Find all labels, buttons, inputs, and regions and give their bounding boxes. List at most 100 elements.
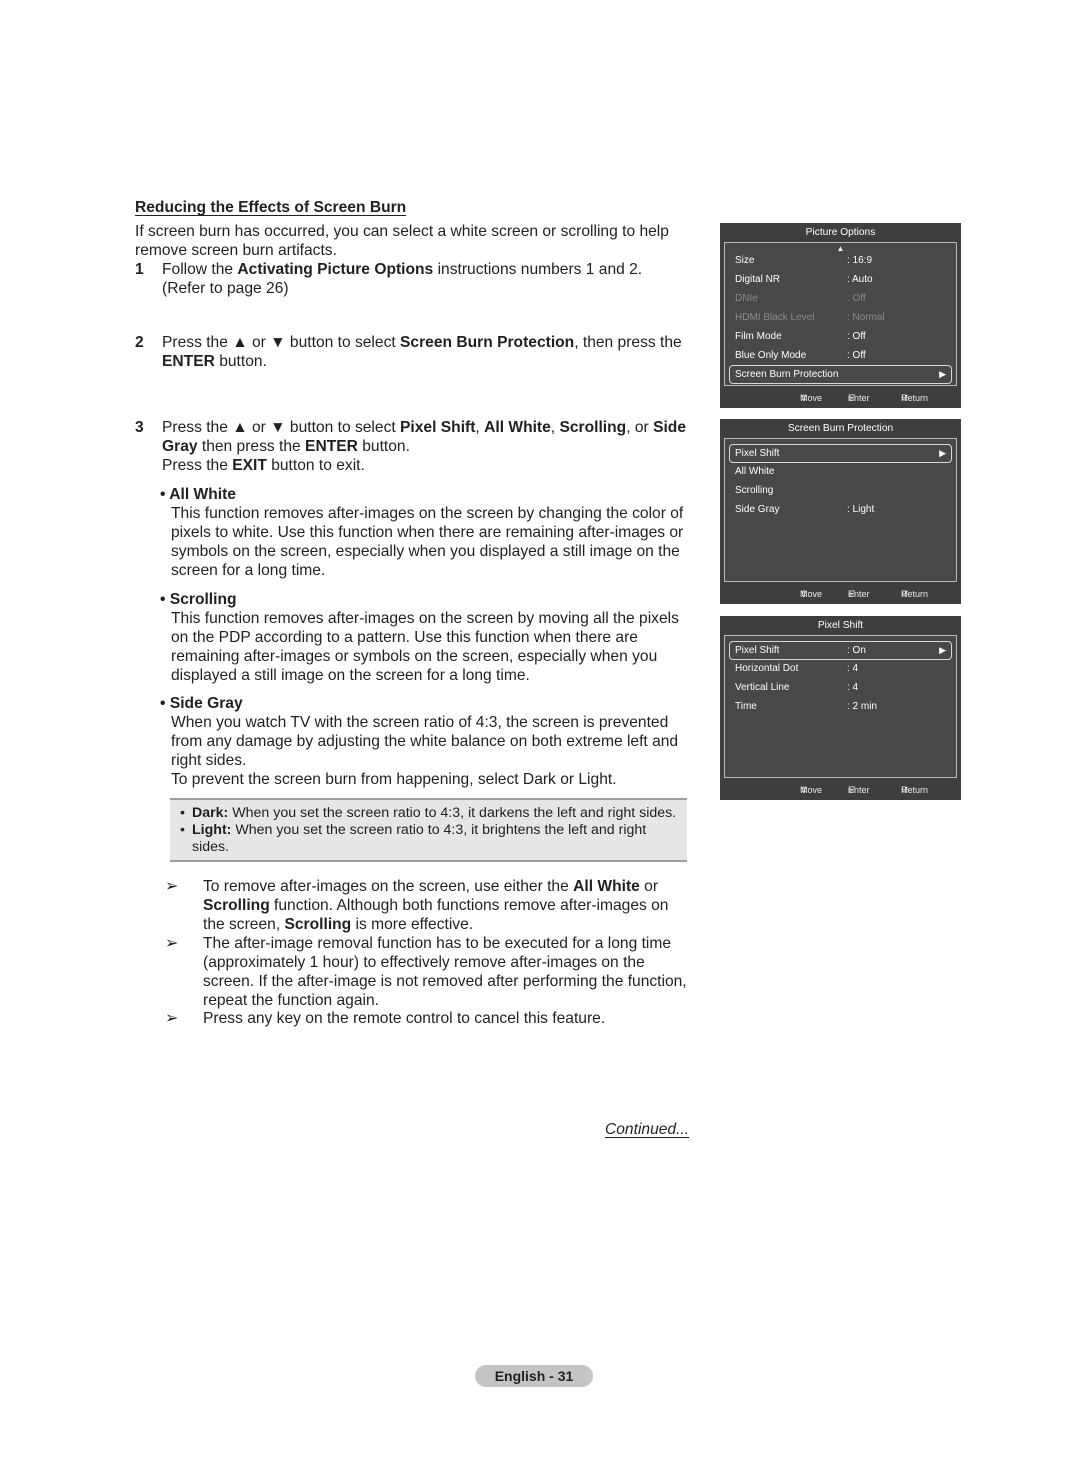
tip-3: ➢ Press any key on the remote control to… [165, 1009, 690, 1028]
osd-row-digital-nr[interactable]: Digital NR : Auto [731, 271, 950, 288]
row-label: Pixel Shift [735, 448, 780, 459]
step-text: instructions numbers 1 and 2. [433, 261, 643, 278]
row-value: : 16:9 [847, 255, 873, 266]
bullet-all-white: • All White This function removes after-… [160, 485, 690, 580]
osd-row-size[interactable]: Size : 16:9 [731, 252, 950, 269]
continued-link: Continued... [605, 1121, 690, 1138]
return-label: Return [901, 785, 929, 795]
row-label: Size [735, 255, 755, 266]
row-label: Horizontal Dot [735, 663, 799, 674]
enter-label: Enter [848, 785, 870, 795]
step-text: , [475, 419, 485, 436]
tip-1: ➢ To remove after-images on the screen, … [165, 877, 690, 934]
bullet-icon: • [180, 805, 185, 821]
tip-bold-term: Scrolling [284, 916, 352, 933]
osd-row-film-mode[interactable]: Film Mode: Off [731, 328, 950, 345]
return-label: Return [901, 393, 929, 403]
tip-text: Press any key on the remote control to c… [203, 1010, 606, 1027]
row-value: : 2 min [847, 701, 878, 712]
osd-screen-burn-protection: Screen Burn Protection Pixel Shift ▶ All … [720, 419, 961, 604]
osd-row-blue-only-mode[interactable]: Blue Only Mode: Off [731, 347, 950, 364]
osd-row-scrolling[interactable]: Scrolling [731, 482, 950, 499]
intro-paragraph: If screen burn has occurred, you can sel… [135, 223, 669, 259]
step-text: button. [357, 438, 410, 455]
tip-bold-term: All White [573, 878, 640, 895]
step-bold-term: All White [484, 419, 551, 436]
row-value: : Light [847, 504, 875, 515]
submenu-arrow-icon: ▶ [939, 645, 946, 655]
osd-row-screen-burn-protection[interactable]: Screen Burn Protection ▶ [729, 365, 952, 384]
step-text: , or [626, 419, 654, 436]
row-label: DNIe [735, 293, 758, 304]
note-term: Dark: [192, 805, 229, 821]
osd-row-hdmi-black-level: HDMI Black Level: Normal [731, 309, 950, 326]
move-label: Move [800, 393, 823, 403]
step-number: 3 [135, 419, 144, 436]
step-text: Press the [162, 457, 233, 474]
note-light: • Light: When you set the screen ratio t… [180, 822, 685, 856]
osd-row-vertical-line[interactable]: Vertical Line: 4 [731, 679, 950, 696]
row-value: : Normal [847, 312, 885, 323]
step-text: Press the ▲ or ▼ button to select [162, 419, 401, 436]
tip-text: or [639, 878, 659, 895]
bullet-side-gray: • Side Gray When you watch TV with the s… [160, 694, 690, 789]
note-text: When you set the screen ratio to 4:3, it… [228, 805, 677, 821]
osd-title: Pixel Shift [817, 620, 864, 631]
osd-row-pixel-shift[interactable]: Pixel Shift ▶ [729, 444, 952, 463]
step-3: 3 Press the ▲ or ▼ button to select Pixe… [135, 418, 690, 475]
move-label: Move [800, 589, 823, 599]
row-value: : Off [847, 331, 866, 342]
step-1: 1 Follow the Activating Picture Options … [135, 260, 690, 298]
osd-pixel-shift: Pixel Shift Pixel Shift : On ▶ Horizontal … [720, 616, 961, 800]
row-value: : 4 [847, 682, 859, 693]
osd-menu-list: Pixel Shift : On ▶ Horizontal Dot : 4 Verti… [724, 635, 957, 778]
bullet-icon: • [180, 822, 185, 838]
bullet-description: When you watch TV with the screen ratio … [171, 714, 679, 769]
osd-footer: ⇕ Move ⏎ Enter ↺ Return [720, 585, 961, 604]
arrow-icon: ➢ [165, 1010, 179, 1027]
bullet-title: All White [169, 486, 236, 503]
osd-row-time[interactable]: Time : 2 min [731, 698, 950, 715]
tip-text: is more effective. [351, 916, 474, 933]
step-bold-term: Pixel Shift [400, 419, 476, 436]
step-text: (Refer to page 26) [162, 280, 289, 297]
bullet-icon: • [160, 591, 166, 608]
osd-menu-list: Pixel Shift ▶ All White Scrolling Side Gr… [724, 438, 957, 582]
note-dark: • Dark: When you set the screen ratio to… [180, 805, 685, 822]
row-label: Digital NR [735, 274, 781, 285]
bullet-icon: • [160, 486, 166, 503]
return-label: Return [901, 589, 929, 599]
step-text: button. [214, 353, 267, 370]
row-value: : Off [847, 293, 866, 304]
step-number: 1 [135, 261, 144, 278]
submenu-arrow-icon: ▶ [939, 448, 946, 458]
step-bold-term: ENTER [305, 438, 358, 455]
osd-row-horizontal-dot[interactable]: Horizontal Dot : 4 [731, 660, 950, 677]
osd-title: Picture Options [805, 227, 876, 238]
osd-row-all-white[interactable]: All White [731, 463, 950, 480]
row-value: : 4 [847, 663, 859, 674]
step-bold-term: Scrolling [559, 419, 627, 436]
row-label: Side Gray [735, 504, 780, 515]
osd-row-dnie: DNIe : Off [731, 290, 950, 307]
arrow-icon: ➢ [165, 935, 179, 952]
bullet-description: This function removes after-images on th… [171, 610, 679, 684]
step-text: then press the [197, 438, 306, 455]
row-label: Time [735, 701, 757, 712]
arrow-icon: ➢ [165, 878, 179, 895]
step-bold-term: Activating Picture Options [237, 261, 434, 278]
row-label: Scrolling [735, 485, 774, 496]
row-label: Pixel Shift [735, 645, 780, 656]
osd-footer: ⇕ Move ⏎ Enter ↺ Return [720, 781, 961, 800]
row-value: : On [847, 645, 866, 656]
step-text: Follow the [162, 261, 238, 278]
row-value: : Auto [847, 274, 873, 285]
osd-row-side-gray[interactable]: Side Gray : Light [731, 501, 950, 518]
step-number: 2 [135, 334, 144, 351]
bullet-scrolling: • Scrolling This function removes after-… [160, 590, 690, 685]
tip-text: To remove after-images on the screen, us… [203, 878, 574, 895]
note-text: When you set the screen ratio to 4:3, it… [192, 822, 647, 855]
section-heading: Reducing the Effects of Screen Burn [135, 199, 407, 216]
tip-text: The after-image removal function has to … [203, 935, 687, 1009]
osd-row-pixel-shift[interactable]: Pixel Shift : On ▶ [729, 641, 952, 660]
